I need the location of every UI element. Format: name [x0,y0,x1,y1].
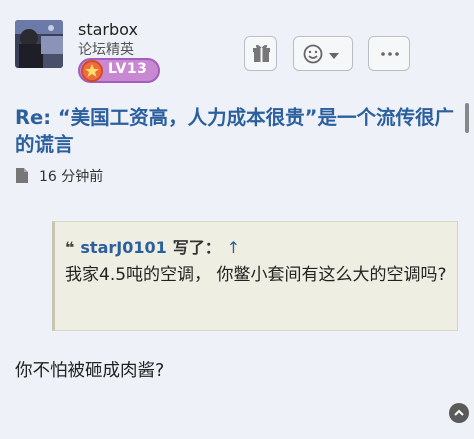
avatar-image [15,20,63,68]
gift-icon [253,44,270,62]
post-timestamp: 16 分钟前 [39,169,104,185]
level-badge: LV13 [78,58,160,83]
user-rank: 论坛精英 [78,42,134,58]
post-title: Re: “美国工资高，人力成本很贵”是一个流传很广的谎言 [15,106,454,156]
quote-author[interactable]: starJ0101 [80,238,166,257]
post-body: 你不怕被砸成肉酱? [15,361,165,381]
quote-text: 我家4.5吨的空调， 你鳖小套间有这么大的空调吗? [65,265,447,285]
scrollbar[interactable] [465,103,469,133]
chevron-up-icon [454,409,464,416]
username[interactable]: starbox [78,20,138,39]
document-icon [16,168,28,183]
more-dots-icon [381,52,399,56]
avatar[interactable] [15,20,63,68]
quote-icon: ❝ [65,238,75,257]
scroll-to-top-button[interactable] [449,403,469,423]
level-text: LV13 [108,61,148,77]
more-button[interactable] [368,36,410,71]
quote-said-label: 写了： [172,238,221,257]
smiley-icon [303,44,339,64]
quote-block: ❝ starJ0101 写了： ↑ 我家4.5吨的空调， 你鳖小套间有这么大的空调吗? [52,221,458,331]
gift-button[interactable] [244,36,277,71]
post-header: starbox 论坛精英 LV13 [0,0,474,95]
quote-header: ❝ starJ0101 写了： ↑ [65,234,240,258]
reaction-button[interactable] [293,36,353,71]
star-icon [81,60,103,82]
jump-to-quote-arrow[interactable]: ↑ [227,238,240,257]
